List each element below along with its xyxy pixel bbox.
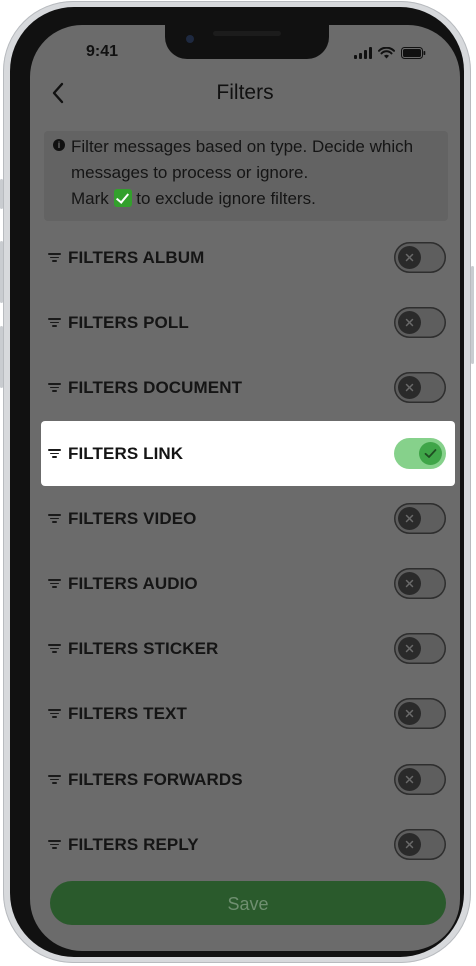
filter-lines-icon	[48, 579, 61, 589]
filter-lines-icon	[48, 253, 61, 263]
filter-toggle[interactable]	[394, 829, 446, 860]
volume-down-button	[0, 326, 3, 388]
cellular-signal-icon	[354, 47, 372, 59]
toggle-knob	[398, 572, 421, 595]
filter-lines-icon	[48, 383, 61, 393]
phone-frame: 9:41 Filters i Filter messages based on …	[0, 1, 474, 963]
x-icon	[405, 644, 414, 653]
toggle-knob	[398, 507, 421, 530]
filter-toggle[interactable]	[394, 372, 446, 403]
power-button	[471, 266, 474, 364]
filter-toggle[interactable]	[394, 307, 446, 338]
info-text-line-1: Filter messages based on type. Decide wh…	[71, 137, 414, 156]
info-exclude-text: to exclude ignore filters.	[136, 189, 316, 208]
x-icon	[405, 318, 414, 327]
filter-toggle[interactable]	[394, 764, 446, 795]
filter-row: FILTERS FORWARDS	[41, 747, 455, 812]
speaker	[213, 31, 281, 36]
toggle-knob	[398, 637, 421, 660]
toggle-knob	[398, 376, 421, 399]
info-text-line-2: messages to process or ignore.	[71, 163, 309, 182]
info-text-line-3: Mark to exclude ignore filters.	[71, 189, 316, 209]
notch	[165, 25, 329, 59]
toggle-knob	[398, 246, 421, 269]
save-button[interactable]: Save	[50, 881, 446, 925]
toggle-knob	[398, 833, 421, 856]
toggle-knob	[398, 768, 421, 791]
info-icon: i	[53, 139, 65, 151]
check-icon	[424, 449, 437, 458]
filter-toggle[interactable]	[394, 633, 446, 664]
camera-icon	[186, 35, 194, 43]
nav-bar: Filters	[30, 75, 460, 111]
filter-label: FILTERS TEXT	[68, 704, 187, 723]
check-mark-icon	[113, 189, 132, 207]
filter-label: FILTERS DOCUMENT	[68, 378, 243, 397]
info-banner: i Filter messages based on type. Decide …	[44, 131, 448, 221]
filter-lines-icon	[48, 318, 61, 328]
x-icon	[405, 514, 414, 523]
status-icons	[354, 45, 426, 59]
battery-icon	[401, 47, 426, 59]
filter-lines-icon	[48, 840, 61, 850]
filter-label: FILTERS ALBUM	[68, 248, 205, 267]
toggle-knob	[419, 442, 442, 465]
volume-up-button	[0, 241, 3, 303]
filter-row: FILTERS DOCUMENT	[41, 355, 455, 420]
filter-row: FILTERS LINK	[41, 421, 455, 486]
filter-label: FILTERS REPLY	[68, 835, 199, 854]
filter-row: FILTERS STICKER	[41, 616, 455, 681]
filter-row: FILTERS TEXT	[41, 681, 455, 746]
toggle-knob	[398, 311, 421, 334]
x-icon	[405, 253, 414, 262]
filter-row: FILTERS REPLY	[41, 812, 455, 877]
filter-lines-icon	[48, 709, 61, 719]
filter-label: FILTERS VIDEO	[68, 509, 197, 528]
filter-lines-icon	[48, 775, 61, 785]
status-time: 9:41	[86, 43, 119, 60]
x-icon	[405, 383, 414, 392]
filter-label: FILTERS STICKER	[68, 639, 219, 658]
bezel: 9:41 Filters i Filter messages based on …	[10, 7, 464, 957]
screen: 9:41 Filters i Filter messages based on …	[30, 25, 460, 951]
filter-lines-icon	[48, 514, 61, 524]
filter-row: FILTERS POLL	[41, 290, 455, 355]
wifi-icon	[378, 47, 395, 59]
page-title: Filters	[216, 81, 274, 104]
filter-toggle[interactable]	[394, 568, 446, 599]
toggle-knob	[398, 702, 421, 725]
filter-row: FILTERS ALBUM	[41, 225, 455, 290]
filter-toggle[interactable]	[394, 698, 446, 729]
filter-label: FILTERS AUDIO	[68, 574, 198, 593]
filter-toggle[interactable]	[394, 438, 446, 469]
filter-lines-icon	[48, 449, 61, 459]
filter-label: FILTERS LINK	[68, 444, 184, 463]
filter-row: FILTERS VIDEO	[41, 486, 455, 551]
filter-label: FILTERS POLL	[68, 313, 189, 332]
mute-switch	[0, 179, 3, 209]
filter-toggle[interactable]	[394, 242, 446, 273]
x-icon	[405, 579, 414, 588]
x-icon	[405, 840, 414, 849]
filter-row: FILTERS AUDIO	[41, 551, 455, 616]
filter-label: FILTERS FORWARDS	[68, 770, 243, 789]
x-icon	[405, 775, 414, 784]
filter-toggle[interactable]	[394, 503, 446, 534]
filter-lines-icon	[48, 644, 61, 654]
info-mark-text: Mark	[71, 189, 109, 208]
x-icon	[405, 709, 414, 718]
